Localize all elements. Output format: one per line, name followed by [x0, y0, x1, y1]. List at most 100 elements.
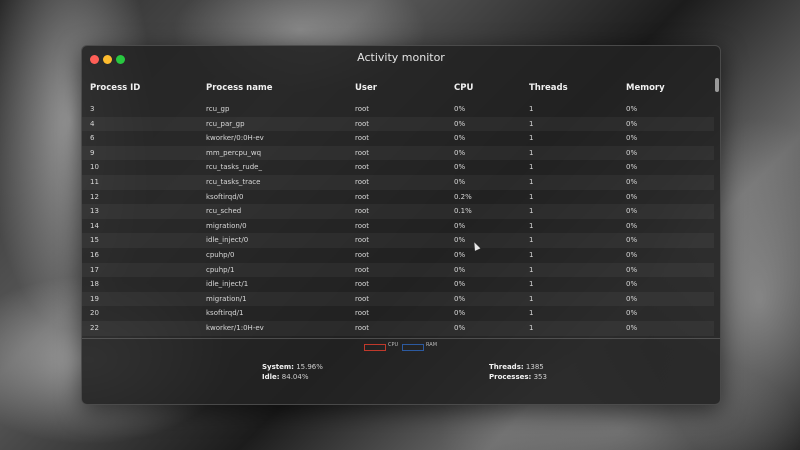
cell-process-id: 20	[90, 309, 99, 318]
cell-memory: 0%	[626, 221, 638, 230]
idle-stat-label: Idle:	[262, 373, 280, 381]
cell-process-id: 14	[90, 221, 99, 230]
cell-process-id: 22	[90, 324, 99, 332]
cell-threads: 1	[529, 265, 534, 274]
processes-stat-label: Processes:	[489, 373, 532, 381]
cell-process-name: rcu_sched	[206, 207, 242, 216]
desktop-wallpaper: Activity monitor Process ID Process name…	[0, 0, 800, 450]
cell-cpu: 0%	[454, 280, 466, 289]
cell-memory: 0%	[626, 105, 638, 113]
table-row[interactable]: 16 cpuhp/0 root 0% 1 0%	[82, 248, 714, 263]
cell-user: root	[355, 192, 370, 201]
cell-memory: 0%	[626, 148, 638, 157]
threads-stat: Threads: 1385	[489, 363, 544, 371]
cell-threads: 1	[529, 309, 534, 318]
table-row[interactable]: 4 rcu_par_gp root 0% 1 0%	[82, 116, 714, 132]
cell-process-id: 12	[90, 192, 99, 201]
table-row[interactable]: 6 kworker/0:0H-ev root 0% 1 0%	[82, 131, 714, 146]
table-row[interactable]: 3 rcu_gp root 0% 1 0%	[82, 102, 714, 117]
cell-memory: 0%	[626, 280, 638, 289]
cell-process-id: 9	[90, 148, 95, 157]
cell-process-id: 13	[90, 207, 99, 216]
threads-stat-value: 1385	[525, 363, 544, 371]
column-header-user[interactable]: User	[355, 83, 377, 93]
column-header-memory[interactable]: Memory	[626, 83, 665, 93]
window-title: Activity monitor	[357, 51, 445, 64]
activity-monitor-window: Activity monitor Process ID Process name…	[81, 45, 721, 405]
idle-stat: Idle: 84.04%	[262, 373, 309, 381]
cell-memory: 0%	[626, 265, 638, 274]
table-row[interactable]: 12 ksoftirqd/0 root 0.2% 1 0%	[82, 190, 714, 205]
cell-user: root	[355, 265, 370, 274]
column-header-process-name[interactable]: Process name	[206, 83, 273, 93]
cell-process-id: 11	[90, 178, 99, 186]
table-row[interactable]: 18 idle_inject/1 root 0% 1 0%	[82, 277, 714, 292]
cell-cpu: 0.1%	[454, 207, 472, 216]
processes-stat-value: 353	[533, 373, 547, 381]
column-header-process-id[interactable]: Process ID	[90, 83, 140, 93]
table-row[interactable]: 17 cpuhp/1 root 0% 1 0%	[82, 262, 714, 278]
table-row[interactable]: 11 rcu_tasks_trace root 0% 1 0%	[82, 175, 714, 190]
cell-cpu: 0.2%	[454, 192, 472, 201]
cell-threads: 1	[529, 178, 534, 186]
cell-threads: 1	[529, 134, 534, 143]
divider	[82, 338, 720, 339]
cell-memory: 0%	[626, 163, 638, 172]
cell-memory: 0%	[626, 178, 638, 186]
cell-threads: 1	[529, 236, 534, 245]
idle-stat-value: 84.04%	[281, 373, 309, 381]
cell-process-name: migration/0	[206, 221, 247, 230]
cell-process-name: cpuhp/1	[206, 265, 235, 274]
cell-process-id: 3	[90, 105, 95, 113]
cell-process-id: 4	[90, 119, 95, 128]
cell-process-id: 17	[90, 265, 99, 274]
cell-cpu: 0%	[454, 105, 466, 113]
table-row[interactable]: 22 kworker/1:0H-ev root 0% 1 0%	[82, 321, 714, 336]
process-table: Process ID Process name User CPU Threads…	[82, 78, 714, 338]
column-header-cpu[interactable]: CPU	[454, 83, 473, 93]
cell-user: root	[355, 280, 370, 289]
cell-process-name: cpuhp/0	[206, 251, 235, 259]
table-row[interactable]: 13 rcu_sched root 0.1% 1 0%	[82, 204, 714, 219]
title-bar[interactable]: Activity monitor	[82, 46, 720, 72]
cell-threads: 1	[529, 207, 534, 216]
cell-user: root	[355, 207, 370, 216]
table-row[interactable]: 15 idle_inject/0 root 0% 1 0%	[82, 233, 714, 248]
cell-process-name: idle_inject/0	[206, 236, 249, 245]
cell-user: root	[355, 163, 370, 172]
cell-threads: 1	[529, 148, 534, 157]
cell-cpu: 0%	[454, 309, 466, 318]
cell-memory: 0%	[626, 207, 638, 216]
cell-threads: 1	[529, 280, 534, 289]
cell-user: root	[355, 119, 370, 128]
ram-legend-swatch	[402, 344, 424, 351]
table-row[interactable]: 20 ksoftirqd/1 root 0% 1 0%	[82, 306, 714, 321]
cell-cpu: 0%	[454, 265, 466, 274]
cell-memory: 0%	[626, 324, 638, 332]
cell-process-id: 19	[90, 294, 99, 303]
cpu-legend-swatch	[364, 344, 386, 351]
cell-cpu: 0%	[454, 148, 466, 157]
cell-cpu: 0%	[454, 178, 466, 186]
scrollbar-thumb[interactable]	[715, 78, 719, 92]
system-stat: System: 15.96%	[262, 363, 323, 371]
cell-process-name: ksoftirqd/0	[206, 192, 244, 201]
table-row[interactable]: 10 rcu_tasks_rude_ root 0% 1 0%	[82, 160, 714, 175]
cell-process-name: mm_percpu_wq	[206, 148, 262, 157]
cell-cpu: 0%	[454, 221, 466, 230]
table-row[interactable]: 19 migration/1 root 0% 1 0%	[82, 291, 714, 307]
table-row[interactable]: 9 mm_percpu_wq root 0% 1 0%	[82, 145, 714, 161]
cpu-legend-label: CPU	[388, 342, 399, 348]
cell-process-name: idle_inject/1	[206, 280, 249, 289]
threads-stat-label: Threads:	[489, 363, 524, 371]
cell-threads: 1	[529, 324, 534, 332]
cell-cpu: 0%	[454, 324, 466, 332]
cell-user: root	[355, 178, 370, 186]
cell-cpu: 0%	[454, 163, 466, 172]
cell-cpu: 0%	[454, 251, 466, 259]
table-row[interactable]: 14 migration/0 root 0% 1 0%	[82, 219, 714, 234]
cell-user: root	[355, 134, 370, 143]
cell-process-name: rcu_gp	[206, 105, 230, 113]
vertical-scrollbar[interactable]	[714, 76, 720, 338]
column-header-threads[interactable]: Threads	[529, 83, 568, 93]
